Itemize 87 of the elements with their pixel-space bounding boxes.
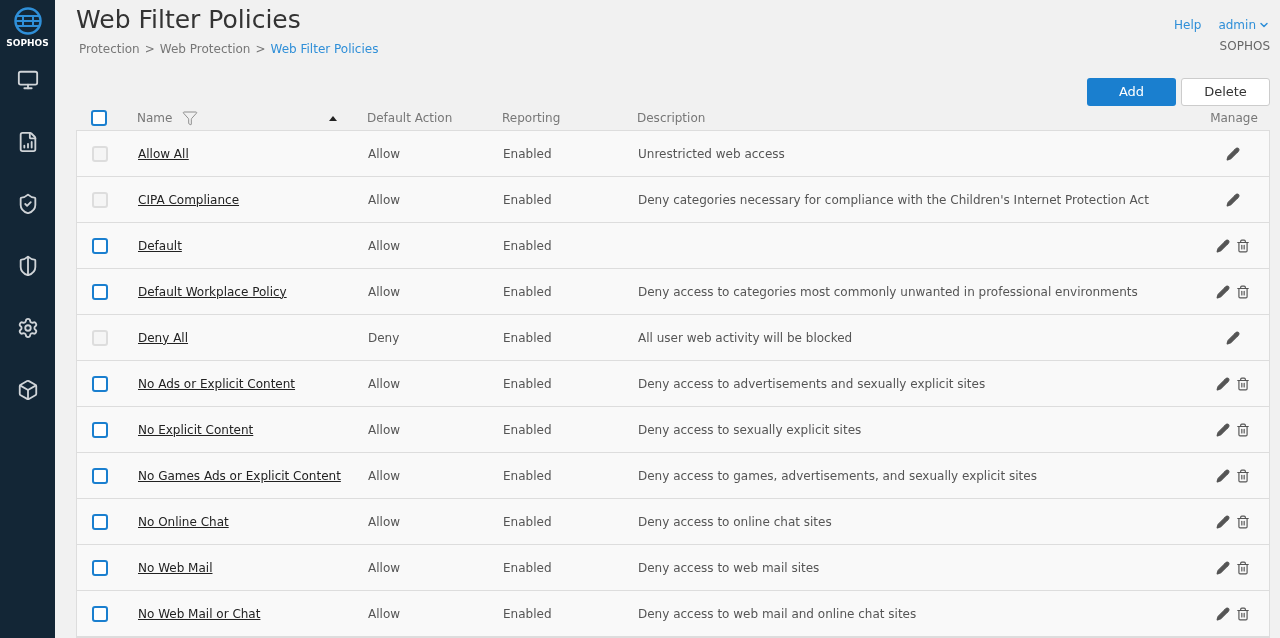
breadcrumb-separator: > [144, 41, 155, 58]
trash-icon[interactable] [1236, 468, 1250, 483]
checkbox[interactable] [92, 375, 108, 392]
breadcrumb-link[interactable]: Web Protection [159, 40, 251, 58]
organization-name: SOPHOS [1219, 38, 1270, 55]
delete-button[interactable]: Delete [1181, 78, 1270, 106]
column-header[interactable]: Description [637, 111, 706, 125]
column-header: Manage [1210, 111, 1258, 125]
table-cell: Allow [368, 238, 401, 253]
edit-icon[interactable] [1216, 514, 1230, 529]
checkbox[interactable] [92, 605, 108, 622]
policy-link[interactable]: No Ads or Explicit Content [138, 376, 296, 391]
table-cell: Allow [368, 468, 401, 483]
table-cell: Deny access to categories most commonly unwanted in professional environments [638, 284, 1138, 299]
edit-icon[interactable] [1216, 238, 1230, 253]
table-cell: Enabled [503, 422, 552, 437]
checkbox[interactable] [91, 110, 107, 126]
trash-icon[interactable] [1236, 560, 1250, 575]
table-cell: Enabled [503, 146, 552, 161]
edit-icon[interactable] [1216, 376, 1230, 391]
settings-icon [16, 317, 39, 339]
edit-icon[interactable] [1226, 330, 1240, 345]
policy-link[interactable]: No Web Mail or Chat [138, 606, 261, 621]
trash-icon[interactable] [1236, 376, 1250, 391]
sort-ascending-icon[interactable] [329, 115, 337, 121]
policy-link[interactable]: Default [138, 238, 182, 253]
table-cell: Unrestricted web access [638, 146, 785, 161]
trash-icon[interactable] [1236, 238, 1250, 253]
table-cell: All user web activity will be blocked [638, 330, 853, 345]
table-cell: Allow [368, 514, 401, 529]
column-header[interactable]: Reporting [502, 111, 561, 125]
edit-icon[interactable] [1226, 146, 1240, 161]
checkbox[interactable] [92, 237, 108, 254]
checkbox[interactable] [92, 467, 108, 484]
page-title: Web Filter Policies [76, 5, 302, 35]
table-cell: Deny access to advertisements and sexually explicit sites [638, 376, 986, 391]
checkbox[interactable] [92, 559, 108, 576]
checkbox[interactable] [92, 283, 108, 300]
policy-link[interactable]: Default Workplace Policy [138, 284, 287, 299]
monitor-icon [16, 69, 39, 91]
table-cell: Allow [368, 192, 401, 207]
trash-icon[interactable] [1236, 514, 1250, 529]
table-cell: Deny [368, 330, 400, 345]
table-cell: Deny access to online chat sites [638, 514, 832, 529]
table-cell: Allow [368, 606, 401, 621]
table-cell: Deny access to games, advertisements, and sexually explicit sites [638, 468, 1037, 483]
add-button[interactable]: Add [1087, 78, 1176, 106]
table-cell: Allow [368, 560, 401, 575]
table-cell: Enabled [503, 238, 552, 253]
trash-icon[interactable] [1236, 422, 1250, 437]
checkbox[interactable] [92, 513, 108, 530]
table-cell: Enabled [503, 514, 552, 529]
table-cell: Enabled [503, 192, 552, 207]
checkbox[interactable] [92, 421, 108, 438]
policy-link[interactable]: No Web Mail [138, 560, 213, 575]
table-cell: Deny access to sexually explicit sites [638, 422, 862, 437]
table-cell: Deny access to web mail and online chat sites [638, 606, 917, 621]
logo-text: SOPHOS [6, 37, 49, 50]
column-header[interactable]: Default Action [367, 111, 453, 125]
globe-logo-icon [12, 6, 43, 36]
breadcrumb-separator: > [255, 41, 266, 58]
edit-icon[interactable] [1216, 422, 1230, 437]
table-cell: Enabled [503, 376, 552, 391]
edit-icon[interactable] [1216, 468, 1230, 483]
breadcrumb-link[interactable]: Protection [79, 40, 140, 58]
trash-icon[interactable] [1236, 606, 1250, 621]
table-cell: Enabled [503, 560, 552, 575]
table-cell: Enabled [503, 284, 552, 299]
table-cell: Enabled [503, 606, 552, 621]
table-cell: Allow [368, 284, 401, 299]
trash-icon[interactable] [1236, 284, 1250, 299]
table-cell: Deny categories necessary for compliance with the Children's Internet Protection Act [638, 192, 1149, 207]
column-header[interactable]: Name [137, 109, 173, 127]
policy-link[interactable]: No Games Ads or Explicit Content [138, 468, 341, 483]
policy-link[interactable]: No Online Chat [138, 514, 229, 529]
table-cell: Allow [368, 422, 401, 437]
table-cell: Enabled [503, 330, 552, 345]
edit-icon[interactable] [1216, 284, 1230, 299]
table-cell: Enabled [503, 468, 552, 483]
table-cell: Allow [368, 146, 401, 161]
edit-icon[interactable] [1216, 560, 1230, 575]
edit-icon[interactable] [1226, 192, 1240, 207]
table-cell: Deny access to web mail sites [638, 560, 820, 575]
edit-icon[interactable] [1216, 606, 1230, 621]
box-icon [16, 379, 39, 401]
table-cell: Allow [368, 376, 401, 391]
policy-link[interactable]: No Explicit Content [138, 422, 254, 437]
